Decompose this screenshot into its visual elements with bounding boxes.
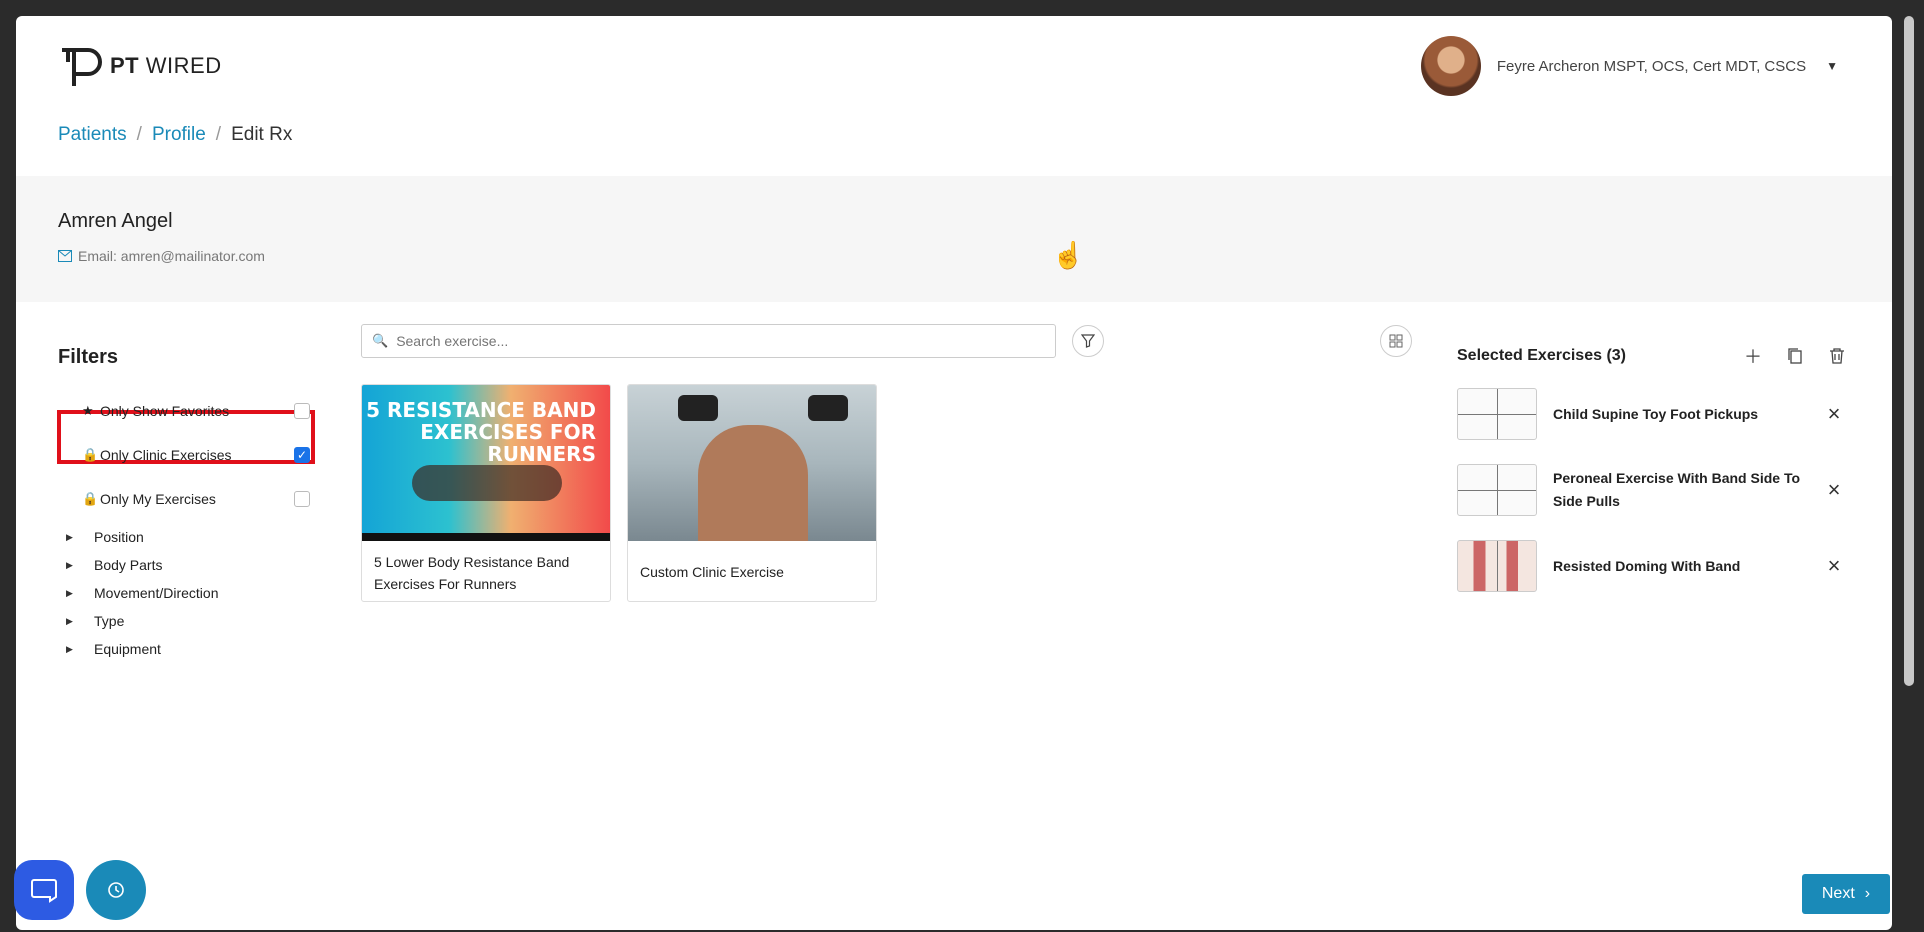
patient-email: Email: amren@mailinator.com [58, 248, 265, 264]
tree-label[interactable]: Type [94, 613, 124, 629]
search-icon: 🔍 [372, 333, 389, 348]
filter-tree: ▶ Position ▶ Body Parts ▶ Movement/Directio… [58, 523, 318, 663]
header: PT WIRED Feyre Archeron MSPT, OCS, Cert … [16, 16, 1892, 176]
caret-right-icon[interactable]: ▶ [58, 560, 94, 571]
selected-exercise-item: Child Supine Toy Foot Pickups × [1457, 376, 1861, 452]
user-menu[interactable]: Feyre Archeron MSPT, OCS, Cert MDT, CSCS… [1420, 36, 1838, 96]
filters-panel: Filters ★ Only Show Favorites 🔒 Only Cli… [57, 346, 318, 663]
patient-email-text: Email: amren@mailinator.com [78, 248, 265, 264]
filter-only-clinic[interactable]: 🔒 Only Clinic Exercises ✓ [58, 433, 318, 477]
star-icon: ★ [82, 403, 94, 418]
breadcrumb-separator: / [215, 124, 222, 145]
history-icon [108, 882, 124, 898]
my-exercises-checkbox[interactable] [294, 491, 310, 507]
breadcrumb: Patients / Profile / Edit Rx [58, 124, 292, 146]
hand-cursor-icon: ☝ [1052, 240, 1085, 270]
tree-label[interactable]: Position [94, 529, 144, 545]
chevron-right-icon[interactable]: › [1865, 885, 1870, 903]
filter-label: Only Clinic Exercises [100, 447, 232, 463]
search-box[interactable]: 🔍 [361, 324, 1056, 358]
exercise-title[interactable]: 5 Lower Body Resistance Band Exercises F… [362, 541, 610, 601]
next-button[interactable]: Next › [1802, 874, 1890, 914]
selected-exercise-name: Resisted Doming With Band [1553, 557, 1741, 574]
filter-only-favorites[interactable]: ★ Only Show Favorites [58, 389, 318, 433]
funnel-icon [1081, 334, 1095, 348]
chevron-down-icon[interactable]: ▼ [1826, 59, 1838, 73]
chat-button[interactable] [14, 860, 74, 920]
selected-exercise-item: Resisted Doming With Band × [1457, 528, 1861, 604]
tree-label[interactable]: Movement/Direction [94, 585, 219, 601]
dumbbell-graphic [808, 395, 848, 421]
trash-icon[interactable] [1825, 344, 1849, 368]
exercise-card[interactable]: Custom Clinic Exercise [627, 384, 877, 602]
exercise-title[interactable]: Custom Clinic Exercise [628, 541, 876, 593]
breadcrumb-current: Edit Rx [231, 124, 293, 145]
history-button[interactable] [86, 860, 146, 920]
selected-exercise-name: Peroneal Exercise With Band Side To Side… [1553, 470, 1801, 509]
selected-exercise-name: Child Supine Toy Foot Pickups [1553, 405, 1759, 422]
filters-title: Filters [58, 346, 119, 368]
exercise-thumbnail[interactable] [628, 385, 876, 541]
caret-right-icon[interactable]: ▶ [58, 644, 94, 655]
clinic-checkbox[interactable]: ✓ [294, 447, 310, 463]
scrollbar-thumb[interactable] [1904, 16, 1914, 686]
plus-icon[interactable]: ＋ [1741, 344, 1765, 368]
tree-item-movement[interactable]: ▶ Movement/Direction [58, 579, 318, 607]
selected-header: Selected Exercises (3) ＋ [1457, 336, 1861, 376]
tree-label[interactable]: Body Parts [94, 557, 162, 573]
chat-icon [31, 879, 57, 903]
caret-right-icon[interactable]: ▶ [58, 588, 94, 599]
avatar[interactable] [1420, 36, 1481, 96]
favorites-checkbox[interactable] [294, 403, 310, 419]
exercise-figure [412, 465, 562, 501]
patient-name: Amren Angel [58, 210, 173, 232]
search-input[interactable] [396, 333, 1037, 349]
next-label[interactable]: Next [1822, 885, 1855, 903]
pt-logo-icon [62, 48, 102, 86]
user-name[interactable]: Feyre Archeron MSPT, OCS, Cert MDT, CSCS [1497, 58, 1806, 75]
exercise-figure [698, 425, 808, 541]
exercise-card[interactable]: 5 RESISTANCE BAND EXERCISES FOR RUNNERS … [361, 384, 611, 602]
close-icon[interactable]: × [1819, 551, 1849, 581]
selected-exercises-panel: Selected Exercises (3) ＋ Child Supine To… [1457, 336, 1861, 604]
scrollbar-track[interactable] [1892, 0, 1924, 932]
close-icon[interactable]: × [1819, 399, 1849, 429]
close-icon[interactable]: × [1819, 475, 1849, 505]
lock-icon: 🔒 [82, 491, 99, 506]
caret-right-icon[interactable]: ▶ [58, 532, 94, 543]
exercise-thumbnail [1457, 540, 1537, 592]
patient-banner: Amren Angel Email: amren@mailinator.com … [16, 176, 1892, 302]
grid-view-button[interactable] [1380, 325, 1412, 357]
breadcrumb-profile[interactable]: Profile [152, 124, 206, 146]
tree-item-body-parts[interactable]: ▶ Body Parts [58, 551, 318, 579]
dumbbell-graphic [678, 395, 718, 421]
logo[interactable]: PT WIRED [58, 44, 222, 88]
breadcrumb-separator: / [136, 124, 142, 145]
selected-title: Selected Exercises (3) [1457, 347, 1626, 364]
copy-icon[interactable] [1783, 344, 1807, 368]
logo-text: PT WIRED [110, 53, 222, 78]
lock-icon: 🔒 [82, 447, 99, 462]
caret-right-icon[interactable]: ▶ [58, 616, 94, 627]
thumbnail-banner: 5 RESISTANCE BAND EXERCISES FOR RUNNERS [366, 398, 596, 466]
filter-button[interactable] [1072, 325, 1104, 357]
exercise-thumbnail [1457, 464, 1537, 516]
tree-item-type[interactable]: ▶ Type [58, 607, 318, 635]
mail-icon [58, 250, 72, 262]
selected-actions: ＋ [1741, 344, 1849, 368]
filter-label: Only My Exercises [100, 491, 216, 507]
tree-item-position[interactable]: ▶ Position [58, 523, 318, 551]
filter-only-mine[interactable]: 🔒 Only My Exercises [58, 477, 318, 521]
exercise-thumbnail[interactable]: 5 RESISTANCE BAND EXERCISES FOR RUNNERS [362, 385, 610, 541]
selected-exercise-item: Peroneal Exercise With Band Side To Side… [1457, 452, 1861, 528]
filter-label: Only Show Favorites [100, 403, 230, 419]
tree-item-equipment[interactable]: ▶ Equipment [58, 635, 318, 663]
app-window: PT WIRED Feyre Archeron MSPT, OCS, Cert … [16, 16, 1892, 930]
grid-icon [1389, 334, 1403, 348]
breadcrumb-patients[interactable]: Patients [58, 124, 127, 146]
tree-label[interactable]: Equipment [94, 641, 161, 657]
exercise-thumbnail [1457, 388, 1537, 440]
